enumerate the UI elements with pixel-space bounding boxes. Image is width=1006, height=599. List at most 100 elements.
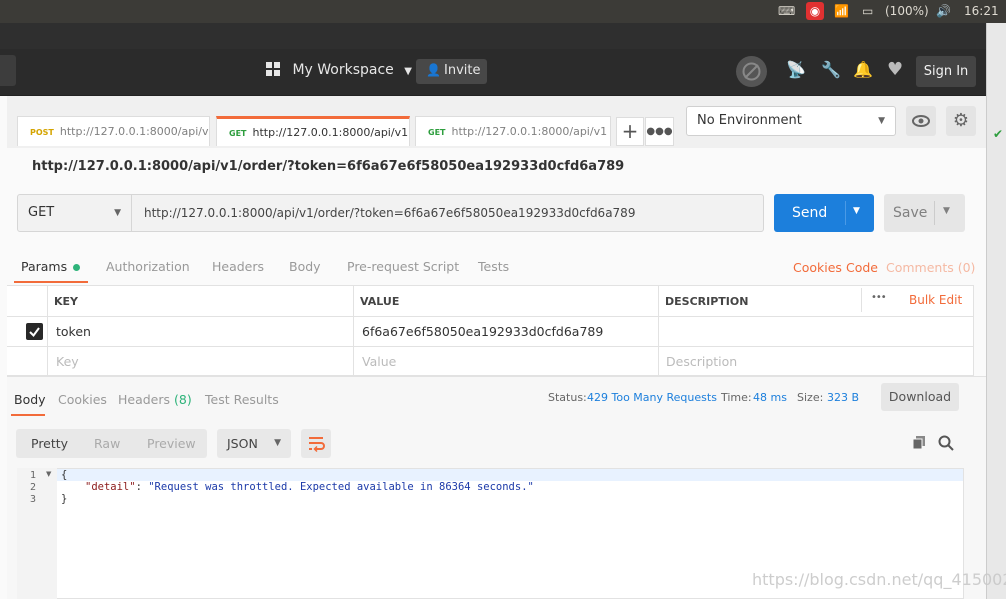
line-number-gutter [17,468,57,599]
active-tab-underline [14,281,88,283]
caret-down-icon: ▼ [878,116,885,126]
view-raw[interactable]: Raw [94,436,120,451]
search-icon[interactable] [938,435,954,451]
more-options-icon[interactable]: ••• [871,292,887,303]
col-divider [658,285,659,376]
fold-arrow-icon[interactable]: ▼ [46,470,51,478]
format-select[interactable]: JSON ▼ [217,429,291,458]
copy-icon[interactable] [912,435,926,450]
new-key-input[interactable]: Key [56,354,79,369]
workspace-switcher[interactable]: My Workspace ▼ [266,62,412,78]
response-tab-headers[interactable]: Headers (8) [118,392,192,407]
col-header-key: KEY [54,295,79,308]
tab-params[interactable]: Params [21,259,81,274]
send-divider [845,201,846,225]
json-key: "detail" [85,481,136,493]
battery-icon[interactable]: ▭ [862,4,873,18]
code-link[interactable]: Code [846,260,878,275]
tab-url: http://127.0.0.1:8000/api/v1 [451,125,608,138]
caret-down-icon[interactable]: ▼ [853,206,860,216]
caret-down-icon: ▼ [274,438,281,448]
environment-quick-look-eye-icon[interactable] [906,106,936,136]
satellite-icon[interactable]: 📡 [786,60,806,79]
os-top-bar: ⌨ ◉ 📶 ▭ (100%) 🔊 16:21 [0,0,1006,23]
wrap-lines-icon[interactable] [301,429,331,458]
cookies-link[interactable]: Cookies [793,260,842,275]
wrench-icon[interactable]: 🔧 [821,60,841,79]
new-tab-plus-icon[interactable]: + [616,117,644,146]
json-colon: : [135,481,149,493]
wifi-icon[interactable]: 📶 [834,4,849,18]
comments-link[interactable]: Comments (0) [886,260,975,275]
tab-tests[interactable]: Tests [478,259,509,274]
heart-icon[interactable]: ♥ [887,59,903,80]
json-string: "Request was throttled. Expected availab… [148,481,534,493]
param-key-cell[interactable]: token [56,324,91,339]
background-window-edge: ✔ [986,23,1006,599]
bell-icon[interactable]: 🔔 [853,60,873,79]
invite-button[interactable]: 👤 Invite [416,59,487,84]
status-value[interactable]: 429 Too Many Requests [587,391,717,404]
request-tab-1[interactable]: POST http://127.0.0.1:8000/api/v [17,116,210,146]
request-tab-2[interactable]: GET http://127.0.0.1:8000/api/v1 [216,116,410,146]
request-title[interactable]: http://127.0.0.1:8000/api/v1/order/?toke… [32,159,624,174]
tab-method-badge: GET [229,129,247,138]
active-line-highlight [57,469,963,481]
view-pretty[interactable]: Pretty [31,436,68,451]
new-description-input[interactable]: Description [666,354,737,369]
params-active-dot-icon [73,264,81,271]
postman-window: ⌨ ◉ 📶 ▭ (100%) 🔊 16:21 My Workspace ▼ 👤 … [0,0,1006,599]
size-value[interactable]: 323 B [827,391,859,404]
time-value[interactable]: 48 ms [753,391,787,404]
send-button[interactable]: Send ▼ [774,194,874,232]
param-value-cell[interactable]: 6f6a67e6f58050ea192933d0cfd6a789 [362,324,603,339]
tab-options-icon[interactable]: ●●● [645,117,674,146]
workspace-label: My Workspace [292,62,394,78]
download-button[interactable]: Download [881,383,959,411]
tab-body[interactable]: Body [289,259,321,274]
col-header-value: VALUE [360,295,400,308]
row-divider [7,316,974,317]
clock[interactable]: 16:21 [964,4,999,18]
caret-down-icon[interactable]: ▼ [943,206,950,216]
method-select[interactable]: GET ▼ [17,194,132,232]
new-button-edge[interactable] [0,55,16,86]
sign-in-button[interactable]: Sign In [916,56,976,87]
size-label: Size: [797,391,824,404]
response-tab-cookies[interactable]: Cookies [58,392,107,407]
bulk-edit-link[interactable]: Bulk Edit [909,293,962,307]
caret-down-icon: ▼ [114,208,121,218]
response-tab-test-results[interactable]: Test Results [205,392,279,407]
sync-off-icon[interactable] [736,56,767,87]
col-divider [353,285,354,376]
tab-headers[interactable]: Headers [212,259,264,274]
music-app-icon[interactable]: ◉ [806,2,824,20]
col-divider [861,288,862,312]
keyboard-icon[interactable]: ⌨ [778,4,795,18]
grid-icon [266,62,280,76]
tab-url: http://127.0.0.1:8000/api/v1 [252,126,409,139]
line-number: 2 [30,482,37,493]
new-value-input[interactable]: Value [362,354,396,369]
tab-authorization[interactable]: Authorization [106,259,190,274]
time-label: Time: [721,391,752,404]
line-number: 3 [30,494,37,505]
save-divider [934,201,935,225]
volume-icon[interactable]: 🔊 [936,4,951,18]
tab-pre-request-script[interactable]: Pre-request Script [347,259,459,274]
request-tab-3[interactable]: GET http://127.0.0.1:8000/api/v1 [415,116,611,146]
header-strip [0,23,986,49]
view-preview[interactable]: Preview [147,436,196,451]
environment-label: No Environment [697,113,802,128]
url-input[interactable]: http://127.0.0.1:8000/api/v1/order/?toke… [132,194,764,232]
environment-select[interactable]: No Environment ▼ [686,106,896,136]
col-divider [47,285,48,376]
code-line-2: "detail": "Request was throttled. Expect… [85,481,534,493]
manage-environments-gear-icon[interactable]: ⚙ [946,106,976,136]
code-line-1: { [61,469,68,481]
save-button[interactable]: Save ▼ [884,194,965,232]
tab-method-badge: GET [428,128,446,137]
response-tab-body[interactable]: Body [14,392,46,407]
check-icon: ✔ [993,127,1004,141]
param-enabled-checkbox[interactable] [26,323,43,340]
